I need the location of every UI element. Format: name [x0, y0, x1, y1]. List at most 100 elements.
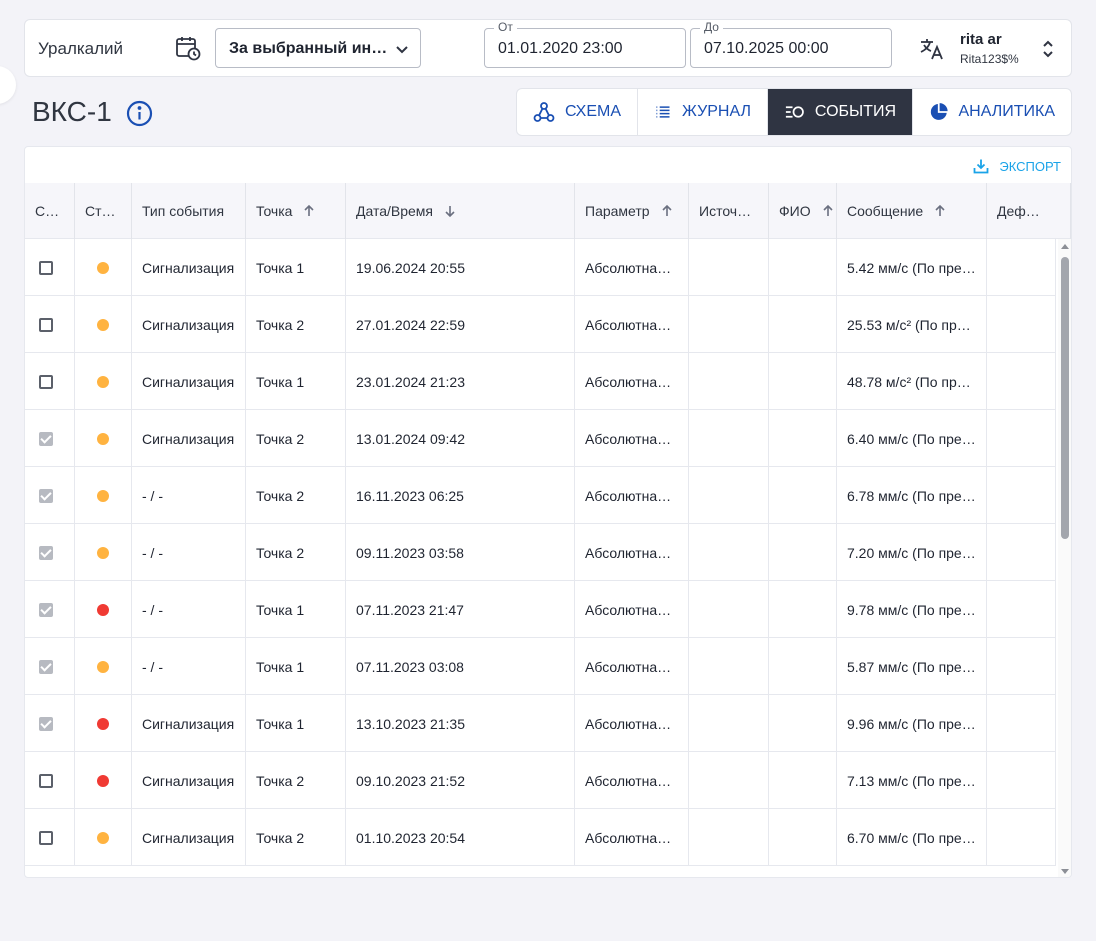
cell-defect [987, 752, 1056, 809]
header-col-fio[interactable]: ФИО [769, 183, 837, 239]
date-from-label: От [494, 20, 517, 34]
user-login: Rita123$% [960, 52, 1019, 66]
cell-defect [987, 524, 1056, 581]
cell-event-type: Сигнализация [132, 809, 246, 866]
tab-analytics-label: АНАЛИТИКА [958, 103, 1055, 120]
table-row[interactable]: Сигнализация Точка 2 01.10.2023 20:54 Абсол… [25, 809, 1056, 866]
tab-schema[interactable]: СХЕМА [517, 89, 638, 135]
sidebar-toggle[interactable] [0, 66, 16, 104]
table-scrollbar[interactable] [1058, 239, 1071, 877]
cell-datetime: 13.10.2023 21:35 [346, 695, 575, 752]
cell-defect [987, 467, 1056, 524]
row-checkbox[interactable] [39, 602, 53, 617]
cell-defect [987, 296, 1056, 353]
cell-parameter: Абсолютна… [575, 353, 689, 410]
cell-select [25, 410, 75, 467]
cell-event-type: Сигнализация [132, 752, 246, 809]
header-col-defect[interactable]: Деф… [987, 183, 1071, 239]
row-checkbox[interactable] [39, 317, 53, 332]
info-icon[interactable] [126, 100, 153, 127]
events-table-panel: ЭКСПОРТ С… Ст… Тип события Точка Дата/Время П… [24, 146, 1072, 878]
translate-icon[interactable] [919, 36, 945, 62]
header-label: С… [35, 203, 60, 219]
header-col-point[interactable]: Точка [246, 183, 346, 239]
table-row[interactable]: Сигнализация Точка 1 19.06.2024 20:55 Абсол… [25, 239, 1056, 296]
header-col-parameter[interactable]: Параметр [575, 183, 689, 239]
tab-analytics[interactable]: АНАЛИТИКА [913, 89, 1071, 135]
export-button[interactable]: ЭКСПОРТ [973, 158, 1061, 174]
date-from-field[interactable]: От 01.01.2020 23:00 [484, 20, 686, 68]
cell-point: Точка 2 [246, 752, 346, 809]
cell-message: 25.53 м/с² (По пр… [837, 296, 987, 353]
header-label: Ст… [85, 203, 116, 219]
header-col-datetime[interactable]: Дата/Время [346, 183, 575, 239]
header-col-status[interactable]: Ст… [75, 183, 132, 239]
header-label: Тип события [142, 203, 225, 219]
unfold-icon[interactable] [1038, 38, 1058, 60]
cell-fio [769, 239, 837, 296]
header-col-event-type[interactable]: Тип события [132, 183, 246, 239]
header-label: Точка [256, 203, 293, 219]
header-col-source[interactable]: Источ… [689, 183, 769, 239]
table-row[interactable]: - / - Точка 2 09.11.2023 03:58 Абсолютна… 7.… [25, 524, 1056, 581]
header-col-select[interactable]: С… [25, 183, 75, 239]
cell-select [25, 638, 75, 695]
table-row[interactable]: Сигнализация Точка 2 09.10.2023 21:52 Абсол… [25, 752, 1056, 809]
cell-status [75, 296, 132, 353]
tab-journal-label: ЖУРНАЛ [681, 103, 751, 120]
cell-source [689, 752, 769, 809]
tab-events[interactable]: СОБЫТИЯ [768, 89, 913, 135]
status-dot [97, 774, 109, 787]
cell-event-type: Сигнализация [132, 296, 246, 353]
status-dot [97, 375, 109, 388]
tab-journal[interactable]: ЖУРНАЛ [638, 89, 768, 135]
period-select[interactable]: За выбранный интервал [215, 28, 421, 68]
row-checkbox[interactable] [39, 431, 53, 446]
cell-fio [769, 638, 837, 695]
row-checkbox[interactable] [39, 374, 53, 389]
cell-fio [769, 524, 837, 581]
cell-parameter: Абсолютна… [575, 752, 689, 809]
scroll-down-arrow[interactable] [1061, 869, 1069, 874]
cell-source [689, 410, 769, 467]
cell-source [689, 296, 769, 353]
tab-events-label: СОБЫТИЯ [814, 103, 896, 120]
table-row[interactable]: - / - Точка 1 07.11.2023 21:47 Абсолютна… 9.… [25, 581, 1056, 638]
row-checkbox[interactable] [39, 260, 53, 275]
row-checkbox[interactable] [39, 830, 53, 845]
sort-asc-icon[interactable] [302, 204, 316, 218]
row-checkbox[interactable] [39, 488, 53, 503]
row-checkbox[interactable] [39, 659, 53, 674]
cell-select [25, 695, 75, 752]
sort-asc-icon[interactable] [933, 204, 947, 218]
table-row[interactable]: Сигнализация Точка 1 23.01.2024 21:23 Абсол… [25, 353, 1056, 410]
row-checkbox[interactable] [39, 545, 53, 560]
scroll-up-arrow[interactable] [1061, 244, 1069, 249]
export-label: ЭКСПОРТ [999, 158, 1061, 174]
calendar-clock-icon[interactable] [175, 35, 201, 61]
cell-fio [769, 353, 837, 410]
cell-defect [987, 239, 1056, 296]
cell-datetime: 09.11.2023 03:58 [346, 524, 575, 581]
cell-select [25, 809, 75, 866]
table-row[interactable]: - / - Точка 2 16.11.2023 06:25 Абсолютна… 6.… [25, 467, 1056, 524]
cell-status [75, 410, 132, 467]
cell-parameter: Абсолютна… [575, 296, 689, 353]
sort-asc-icon[interactable] [660, 204, 674, 218]
cell-status [75, 239, 132, 296]
scrollbar-thumb[interactable] [1061, 257, 1069, 539]
schema-icon [533, 102, 555, 122]
cell-status [75, 638, 132, 695]
row-checkbox[interactable] [39, 773, 53, 788]
cell-datetime: 01.10.2023 20:54 [346, 809, 575, 866]
table-row[interactable]: Сигнализация Точка 2 27.01.2024 22:59 Абсол… [25, 296, 1056, 353]
sort-asc-icon[interactable] [821, 204, 835, 218]
sort-desc-icon[interactable] [443, 204, 457, 218]
table-row[interactable]: Сигнализация Точка 1 13.10.2023 21:35 Абсол… [25, 695, 1056, 752]
cell-parameter: Абсолютна… [575, 809, 689, 866]
row-checkbox[interactable] [39, 716, 53, 731]
table-row[interactable]: - / - Точка 1 07.11.2023 03:08 Абсолютна… 5.… [25, 638, 1056, 695]
table-row[interactable]: Сигнализация Точка 2 13.01.2024 09:42 Абсол… [25, 410, 1056, 467]
date-to-field[interactable]: До 07.10.2025 00:00 [690, 20, 892, 68]
header-col-message[interactable]: Сообщение [837, 183, 987, 239]
